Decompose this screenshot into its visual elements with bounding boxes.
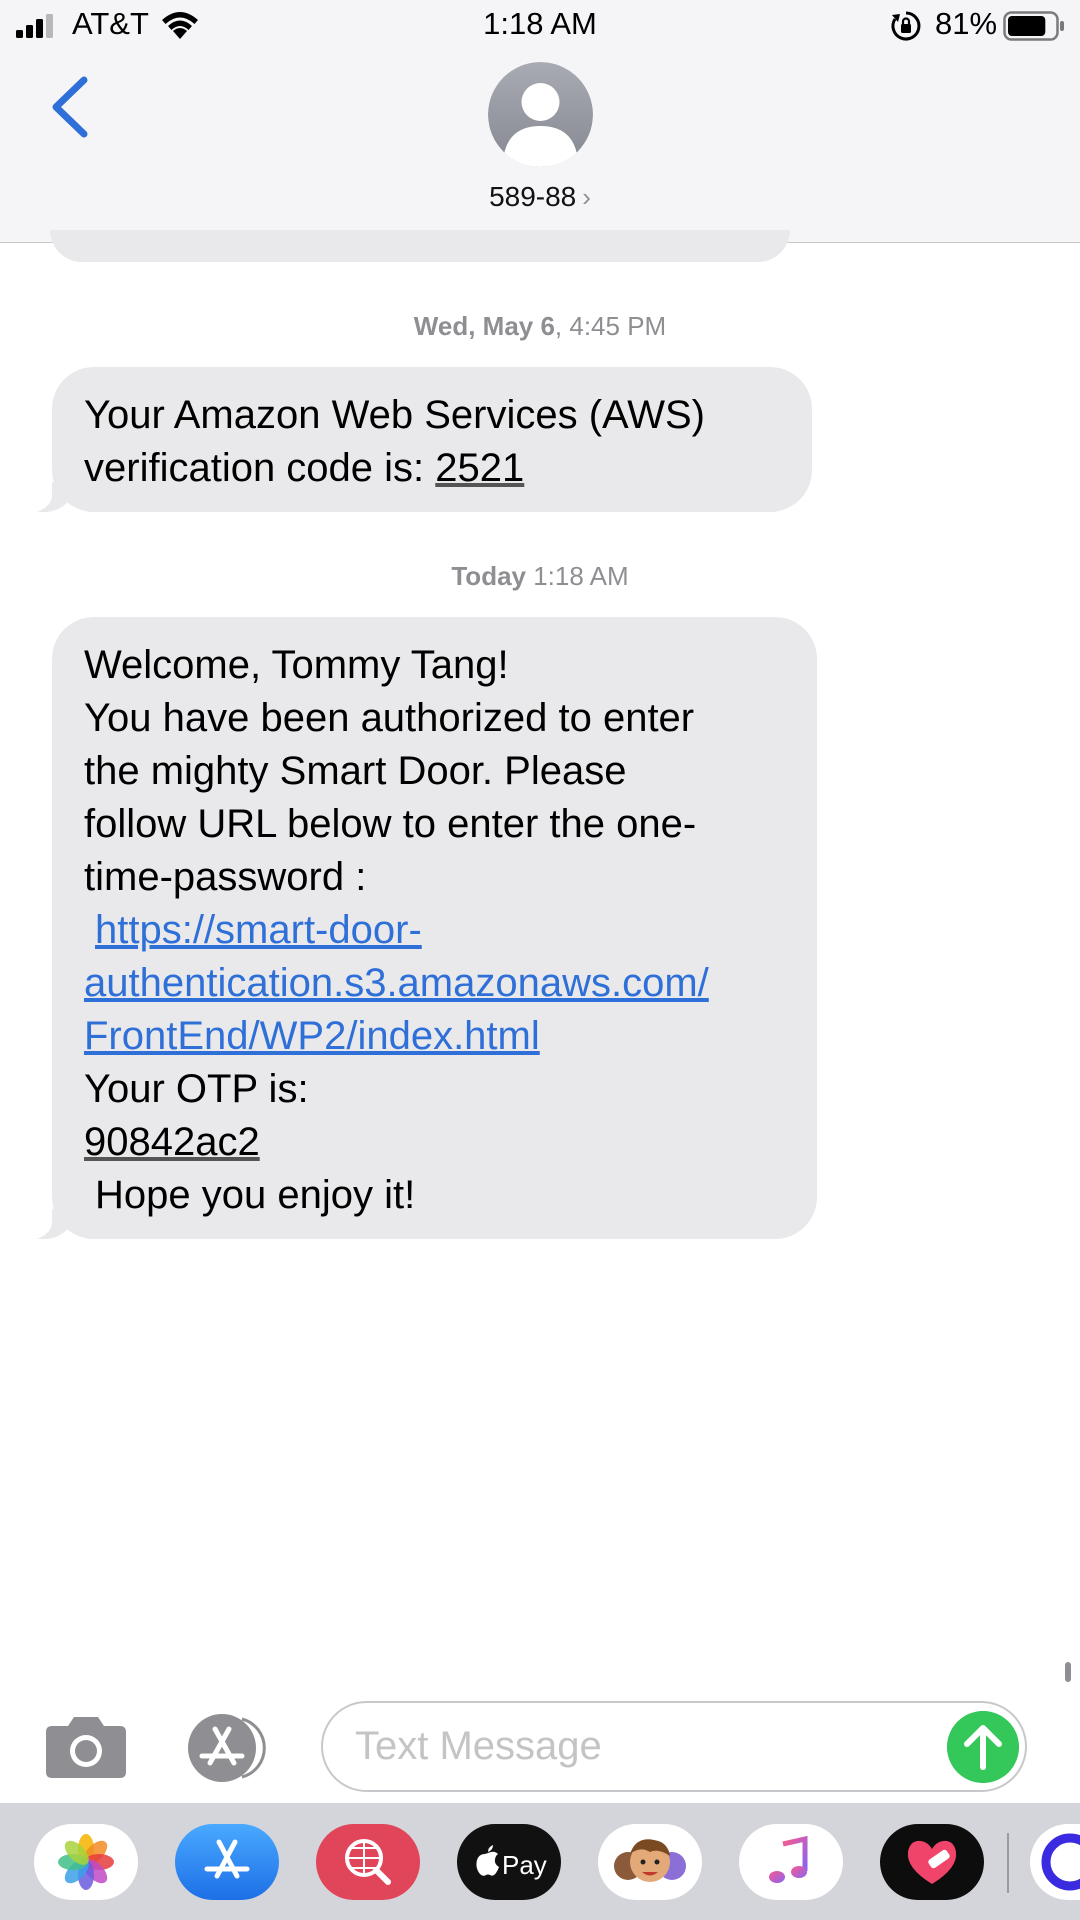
url-link[interactable]: authentication.s3.amazonaws.com/	[84, 961, 709, 1005]
message-text: time-password :	[84, 855, 367, 899]
conversation-header: AT&T 1:18 AM 81% 589-88 ›	[0, 0, 1080, 243]
message-text: Welcome, Tommy Tang!	[84, 643, 509, 687]
message-timestamp: Today 1:18 AM	[451, 561, 629, 591]
message-text: Your Amazon Web Services (AWS)	[84, 393, 705, 437]
battery-icon	[1003, 11, 1064, 41]
camera-button[interactable]	[44, 1714, 128, 1780]
message-timestamp: Wed, May 6, 4:45 PM	[413, 311, 667, 341]
music-icon	[769, 1835, 808, 1883]
otp-line: 90842ac2	[84, 1116, 785, 1169]
app-store-app-button[interactable]	[175, 1824, 279, 1900]
music-app-button[interactable]	[739, 1824, 843, 1900]
memoji-icon	[614, 1839, 686, 1882]
url-link[interactable]: https://smart-door-	[95, 908, 422, 952]
battery-percentage: 81%	[935, 6, 998, 41]
url-link-line[interactable]: FrontEnd/WP2/index.html	[84, 1010, 785, 1063]
app-store-icon	[204, 1839, 250, 1879]
url-link[interactable]: FrontEnd/WP2/index.html	[84, 1014, 540, 1058]
send-button[interactable]	[947, 1711, 1019, 1783]
rotation-lock-icon	[891, 11, 921, 41]
contact-name-button[interactable]: 589-88 ›	[0, 181, 1080, 213]
message-bubble[interactable]: Welcome, Tommy Tang! You have been autho…	[26, 617, 817, 1240]
url-link-line[interactable]: authentication.s3.amazonaws.com/	[84, 957, 785, 1010]
photos-icon	[58, 1834, 114, 1890]
message-text: verification code is: 2521	[84, 446, 525, 490]
back-button[interactable]	[46, 72, 96, 142]
contact-avatar[interactable]	[488, 62, 593, 167]
chevron-right-icon: ›	[582, 182, 591, 212]
drawer-divider	[1007, 1833, 1009, 1893]
bubble-tail	[26, 1206, 72, 1240]
more-apps-button[interactable]	[1030, 1824, 1080, 1900]
otp-code[interactable]: 90842ac2	[84, 1120, 260, 1164]
message-input[interactable]	[355, 1703, 935, 1790]
apple-pay-icon: Pay	[476, 1845, 547, 1880]
photos-app-button[interactable]	[34, 1824, 138, 1900]
app-drawer: Pay	[0, 1803, 1080, 1920]
web-search-app-button[interactable]	[316, 1824, 420, 1900]
message-text: Hope you enjoy it!	[95, 1173, 416, 1217]
svg-text:Pay: Pay	[502, 1850, 547, 1880]
contact-name: 589-88	[489, 181, 577, 212]
url-link-line[interactable]: https://smart-door-	[84, 904, 785, 957]
apple-pay-app-button[interactable]: Pay	[457, 1824, 561, 1900]
scroll-indicator[interactable]	[1065, 1662, 1071, 1682]
message-text: You have been authorized to enter	[84, 696, 695, 740]
web-search-icon	[345, 1839, 391, 1885]
status-bar: AT&T 1:18 AM 81%	[0, 0, 1080, 50]
memoji-app-button[interactable]	[598, 1824, 702, 1900]
more-apps-icon	[1041, 1833, 1080, 1891]
message-field[interactable]	[321, 1701, 1027, 1792]
bubble-tail	[26, 479, 72, 513]
message-text: the mighty Smart Door. Please	[84, 749, 627, 793]
heart-sticker-app-button[interactable]	[880, 1824, 984, 1900]
previous-message-bubble	[50, 230, 790, 262]
message-text: Your OTP is:	[84, 1067, 309, 1111]
verification-code[interactable]: 2521	[435, 446, 524, 490]
app-store-button[interactable]	[182, 1713, 278, 1783]
camera-icon	[46, 1717, 126, 1778]
message-bubble[interactable]: Your Amazon Web Services (AWS) verificat…	[26, 367, 812, 513]
battery-level-fill	[1008, 16, 1046, 36]
message-text: follow URL below to enter the one-	[84, 802, 697, 846]
heart-sticker-icon	[907, 1840, 957, 1884]
